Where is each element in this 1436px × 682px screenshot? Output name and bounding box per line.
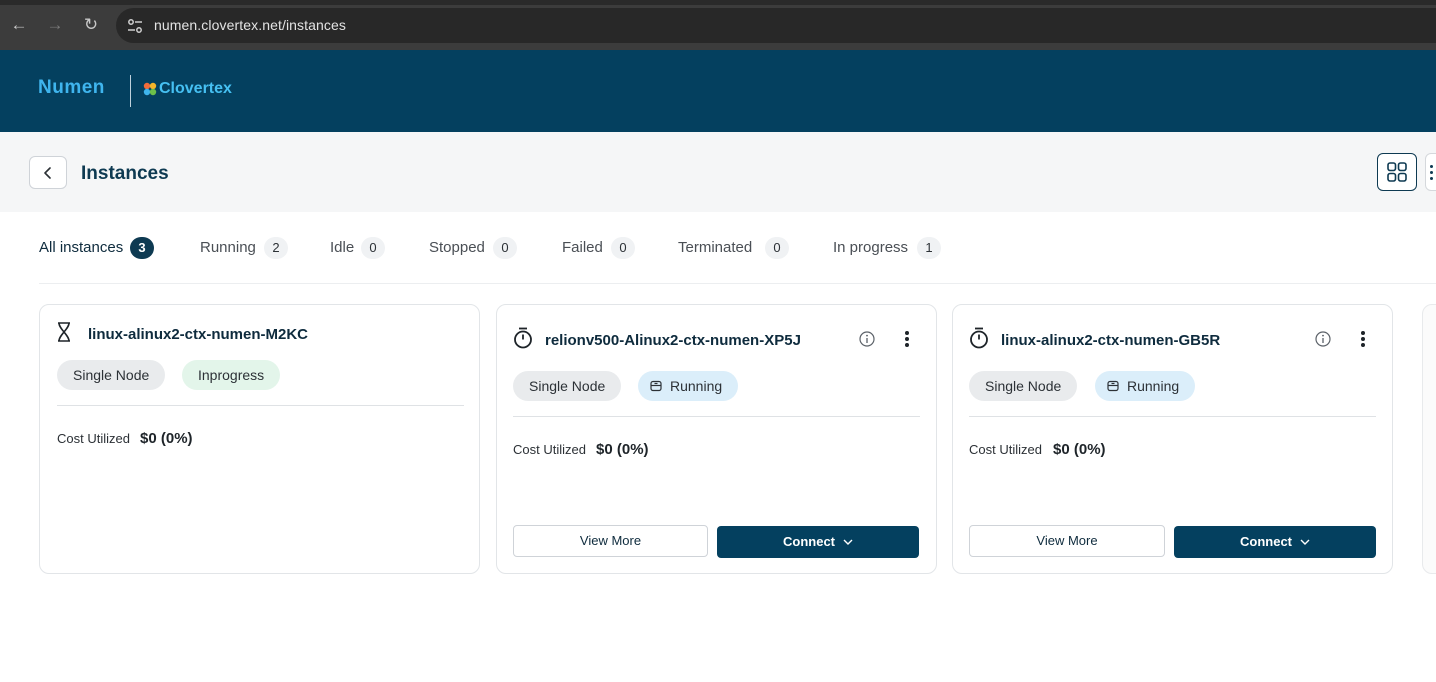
- tab-label: Stopped: [429, 239, 485, 256]
- connect-button[interactable]: Connect: [717, 526, 919, 558]
- status-badge: Running: [638, 371, 739, 401]
- stopwatch-icon: [514, 327, 532, 349]
- stopwatch-icon: [970, 327, 988, 349]
- tabs-divider: [39, 283, 1436, 284]
- tab-label: In progress: [833, 239, 909, 256]
- forward-arrow-icon[interactable]: →: [44, 14, 66, 36]
- instance-card: linux-alinux2-ctx-numen-M2KC Single Node…: [39, 304, 480, 574]
- numen-logo[interactable]: Numen: [38, 77, 105, 99]
- tab-count-badge: 2: [264, 237, 288, 259]
- hourglass-icon: [58, 322, 70, 342]
- status-badge: Inprogress: [182, 360, 281, 390]
- tab-label: Terminated: [678, 239, 753, 256]
- cost-label: Cost Utilized: [57, 431, 130, 446]
- grid-icon: [1387, 162, 1407, 182]
- connect-button[interactable]: Connect: [1174, 526, 1376, 558]
- instance-name[interactable]: relionv500-Alinux2-ctx-numen-XP5J: [545, 332, 801, 349]
- tab-failed[interactable]: Failed 0: [562, 236, 635, 260]
- grid-view-button[interactable]: [1377, 153, 1417, 191]
- chevron-down-icon: [843, 539, 853, 546]
- tab-count-badge: 0: [361, 237, 385, 259]
- list-icon: [1430, 165, 1433, 168]
- app-header: Numen Clovertex: [0, 50, 1436, 132]
- cost-label: Cost Utilized: [969, 442, 1042, 457]
- card-divider: [969, 416, 1376, 417]
- tab-count-badge: 0: [493, 237, 517, 259]
- clovertex-logo: Clovertex: [159, 80, 232, 97]
- instance-name[interactable]: linux-alinux2-ctx-numen-GB5R: [1001, 332, 1220, 349]
- logo-divider: [130, 75, 131, 107]
- tab-idle[interactable]: Idle 0: [330, 236, 385, 260]
- url-text[interactable]: numen.clovertex.net/instances: [154, 17, 346, 33]
- info-icon[interactable]: [1315, 331, 1331, 347]
- tab-all-instances[interactable]: All instances 3: [39, 236, 154, 260]
- more-options-button[interactable]: [901, 330, 913, 350]
- card-divider: [57, 405, 464, 406]
- connect-label: Connect: [783, 534, 835, 549]
- cost-value: $0 (0%): [596, 441, 649, 458]
- tab-count-badge: 0: [611, 237, 635, 259]
- status-badge: Running: [1095, 371, 1196, 401]
- tab-in-progress[interactable]: In progress 1: [833, 236, 941, 260]
- status-label: Running: [670, 378, 723, 394]
- kebab-icon: [905, 331, 909, 335]
- card-divider: [513, 416, 920, 417]
- cost-label: Cost Utilized: [513, 442, 586, 457]
- cost-value: $0 (0%): [1053, 441, 1106, 458]
- info-icon[interactable]: [859, 331, 875, 347]
- node-type-badge: Single Node: [57, 360, 166, 390]
- node-type-badge: Single Node: [513, 371, 622, 401]
- tab-count-badge: 1: [917, 237, 941, 259]
- address-bar[interactable]: numen.clovertex.net/instances: [116, 8, 1436, 43]
- back-button[interactable]: [29, 156, 67, 189]
- node-type-badge: Single Node: [969, 371, 1078, 401]
- tab-running[interactable]: Running 2: [200, 236, 288, 260]
- chevron-down-icon: [1300, 539, 1310, 546]
- tab-count-badge: 0: [765, 237, 789, 259]
- instance-name[interactable]: linux-alinux2-ctx-numen-M2KC: [88, 326, 308, 343]
- browser-toolbar: ← → ↻ numen.clovertex.net/instances: [0, 0, 1436, 50]
- tab-label: All instances: [39, 239, 124, 256]
- tab-stopped[interactable]: Stopped 0: [429, 236, 517, 260]
- instance-card: linux-alinux2-ctx-numen-GB5R Single Node…: [952, 304, 1393, 574]
- back-arrow-icon[interactable]: ←: [8, 14, 30, 36]
- reload-icon[interactable]: ↻: [80, 14, 102, 36]
- kebab-icon: [1361, 331, 1365, 335]
- server-icon: [1107, 380, 1119, 392]
- instance-card: relionv500-Alinux2-ctx-numen-XP5J Single…: [496, 304, 937, 574]
- view-more-button[interactable]: View More: [513, 525, 708, 557]
- clovertex-logo-icon: [143, 82, 157, 96]
- list-view-button[interactable]: [1425, 153, 1436, 191]
- status-label: Running: [1127, 378, 1180, 394]
- site-settings-icon[interactable]: [126, 17, 144, 35]
- tab-label: Running: [200, 239, 256, 256]
- tab-label: Idle: [330, 239, 355, 256]
- chevron-left-icon: [44, 167, 51, 179]
- view-more-button[interactable]: View More: [969, 525, 1165, 557]
- page-header: Instances: [0, 132, 1436, 212]
- cost-value: $0 (0%): [140, 430, 193, 447]
- tab-count-badge: 3: [130, 237, 154, 259]
- connect-label: Connect: [1240, 534, 1292, 549]
- tab-terminated[interactable]: Terminated 0: [678, 236, 789, 260]
- page-title: Instances: [81, 163, 169, 184]
- instance-card-partial: [1422, 304, 1436, 574]
- tab-strip: [0, 0, 1436, 5]
- server-icon: [650, 380, 662, 392]
- more-options-button[interactable]: [1357, 330, 1369, 350]
- tab-label: Failed: [562, 239, 603, 256]
